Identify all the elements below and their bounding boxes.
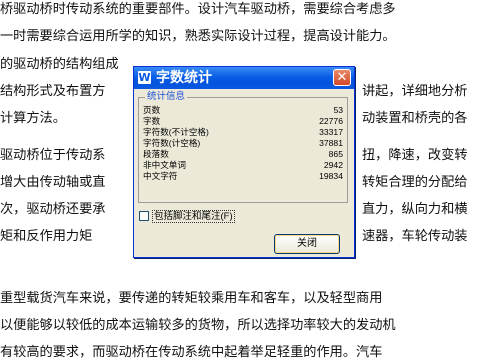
stat-label: 字符数(不计空格)	[143, 127, 209, 137]
stat-value: 2942	[323, 160, 343, 170]
stat-row: 字数 22776	[143, 116, 343, 127]
doc-line: 的驱动桥的结构组成	[0, 57, 119, 72]
doc-line: 增大由传动轴或直	[0, 175, 106, 190]
doc-line: 结构形式及布置方	[0, 84, 106, 99]
stat-value: 22776	[319, 116, 343, 126]
dialog-title-bar[interactable]: W 字数统计 ✕	[134, 67, 354, 89]
stat-row: 段落数 865	[143, 149, 343, 160]
doc-line-fragment: 扭，降速，改变转	[362, 148, 468, 163]
dialog-title: 字数统计	[156, 70, 212, 86]
doc-line: 桥驱动桥时传动系统的重要部件。设计汽车驱动桥，需要综合考虑多	[0, 2, 396, 17]
stat-label: 中文字符	[143, 171, 178, 181]
close-icon[interactable]: ✕	[333, 69, 351, 86]
statistics-group-label: 统计信息	[145, 90, 188, 104]
stat-label: 字数	[143, 116, 161, 126]
stat-label: 段落数	[143, 149, 169, 159]
doc-line-fragment: 动装置和桥壳的各	[362, 111, 468, 126]
stat-value: 19834	[319, 171, 343, 181]
doc-line: 矩和反作用力矩	[0, 229, 93, 244]
stat-value: 865	[328, 149, 343, 159]
stat-row: 字符数(计空格) 37881	[143, 138, 343, 149]
doc-line: 一时需要综合运用所学的知识，熟悉实际设计过程，提高设计能力。	[0, 29, 396, 44]
stat-value: 37881	[319, 138, 343, 148]
stat-value: 53	[333, 105, 343, 115]
include-footnotes-checkbox[interactable]	[139, 211, 149, 221]
doc-line-fragment: 直力，纵向力和横	[362, 202, 468, 217]
doc-line-fragment: 速器，车轮传动装	[362, 229, 468, 244]
include-footnotes-label[interactable]: 包括脚注和尾注(F)	[152, 210, 235, 223]
word-app-icon: W	[138, 71, 151, 84]
doc-line: 重型载货汽车来说，要传递的转矩较乘用车和客车，以及轻型商用	[0, 291, 383, 306]
stat-row: 字符数(不计空格) 33317	[143, 127, 343, 138]
word-count-dialog: W 字数统计 ✕ 统计信息 页数 53 字数 22776 字符数(不计空格) 3…	[133, 66, 355, 258]
doc-line: 计算方法。	[0, 111, 66, 126]
stat-label: 页数	[143, 105, 161, 115]
doc-line-fragment: 转矩合理的分配给	[362, 175, 468, 190]
stat-label: 非中文单词	[143, 160, 186, 170]
stat-value: 33317	[319, 127, 343, 137]
close-button[interactable]: 关闭	[274, 234, 340, 254]
doc-line: 驱动桥位于传动系	[0, 148, 106, 163]
stat-row: 非中文单词 2942	[143, 160, 343, 171]
doc-line: 次，驱动桥还要承	[0, 202, 106, 217]
doc-line: 有较高的要求，而驱动桥在传动系统中起着举足轻重的作用。汽车	[0, 345, 383, 360]
statistics-group: 统计信息 页数 53 字数 22776 字符数(不计空格) 33317 字符数(…	[138, 90, 348, 203]
doc-line-fragment: 讲起，详细地分析	[362, 84, 468, 99]
doc-line: 以便能够以较低的成本运输较多的货物，所以选择功率较大的发动机	[0, 318, 396, 333]
stat-label: 字符数(计空格)	[143, 138, 201, 148]
stat-row: 中文字符 19834	[143, 171, 343, 182]
statistics-list: 页数 53 字数 22776 字符数(不计空格) 33317 字符数(计空格) …	[143, 105, 343, 182]
stat-row: 页数 53	[143, 105, 343, 116]
